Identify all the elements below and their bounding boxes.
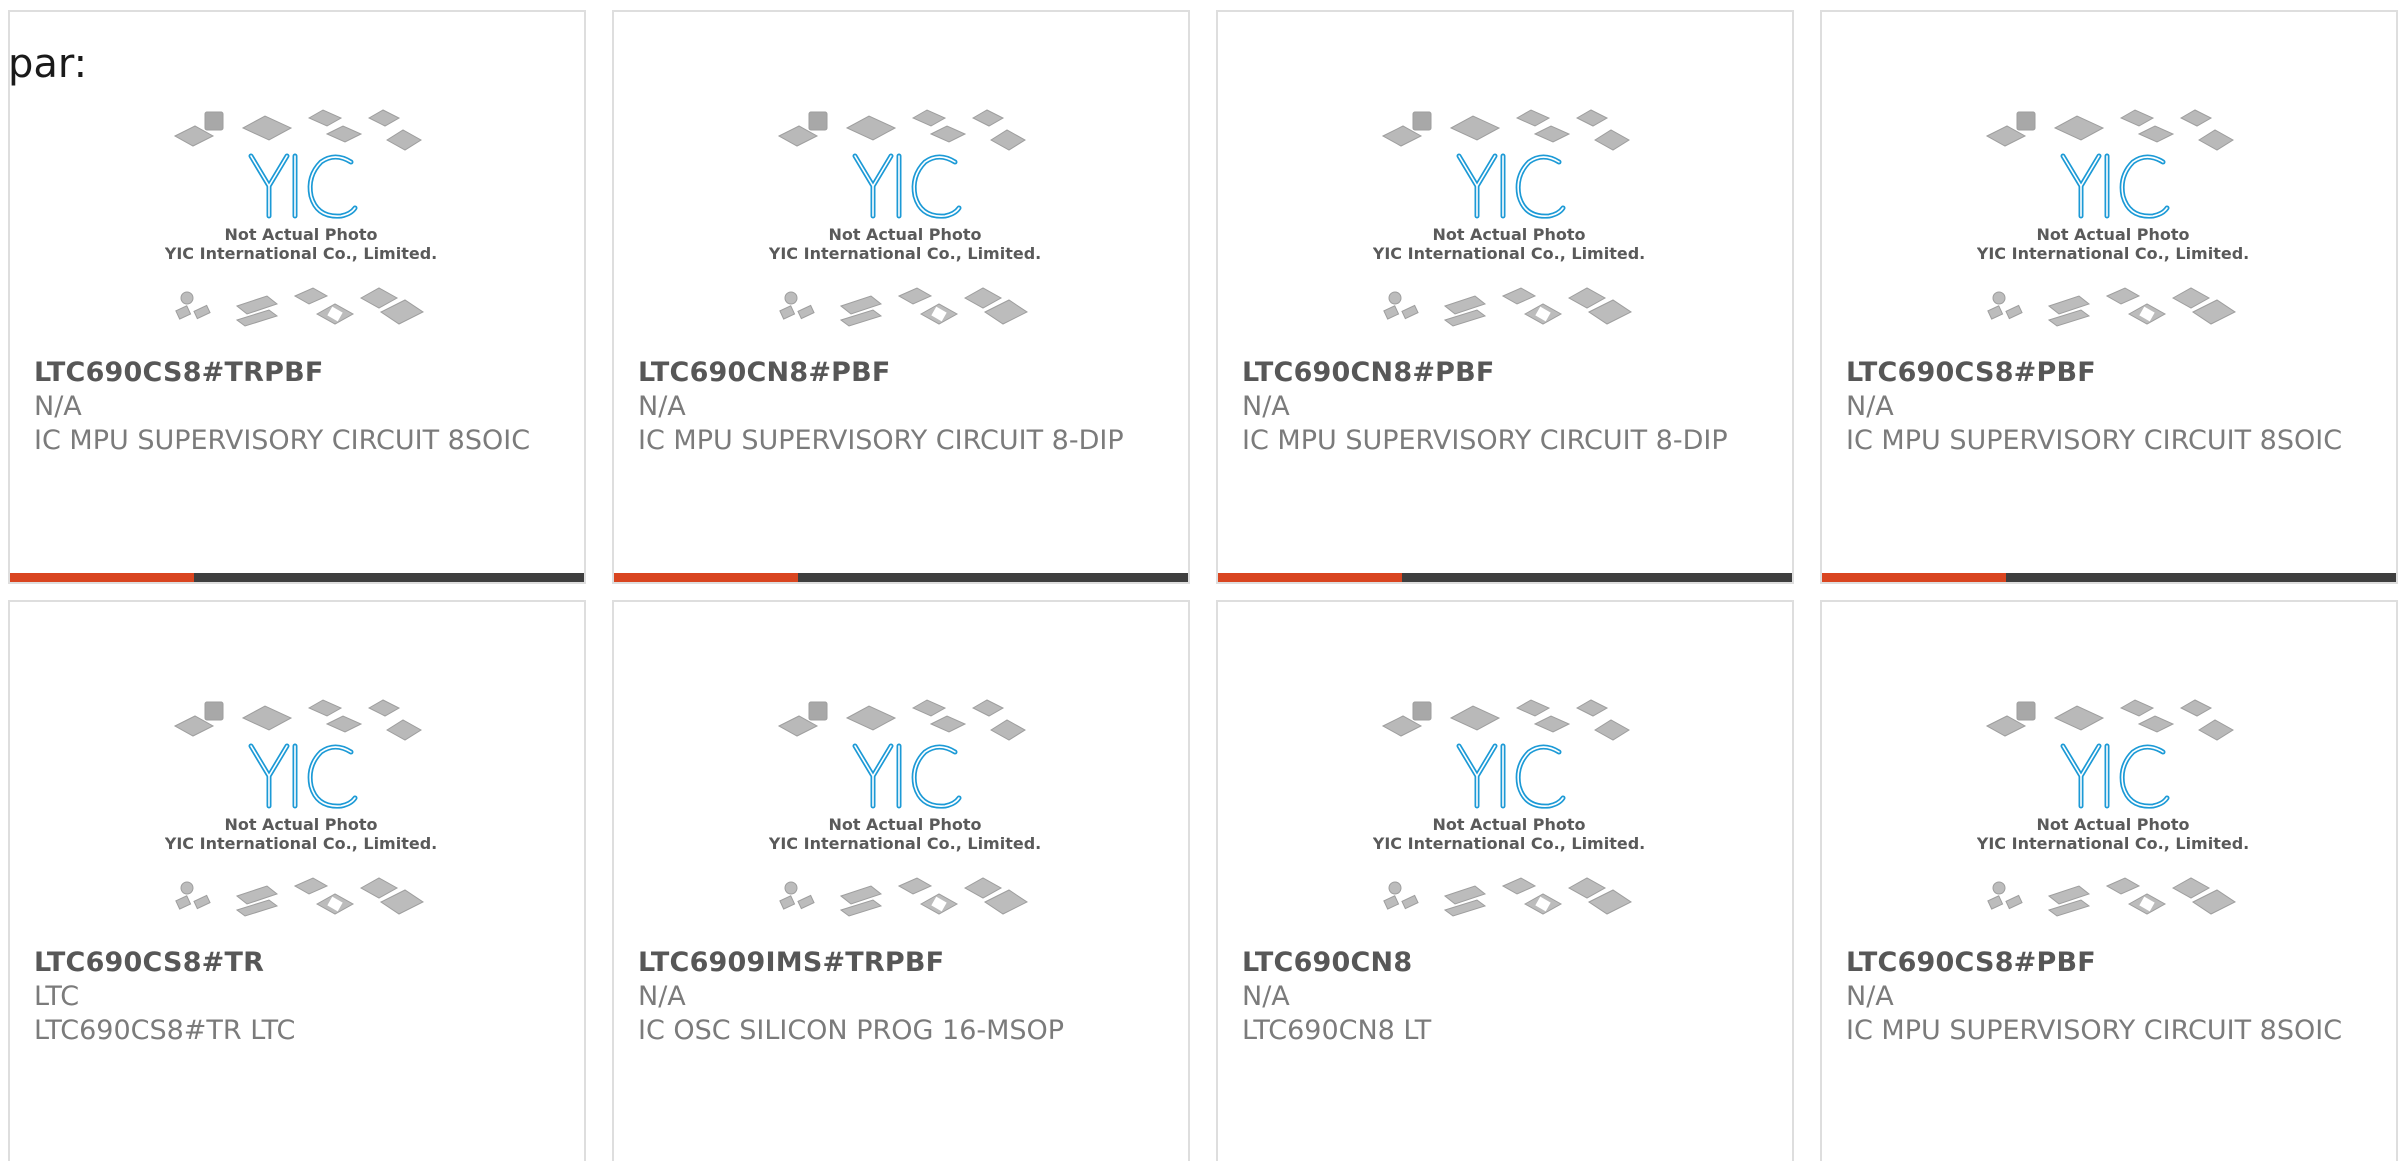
- photo-caption-line1: Not Actual Photo: [828, 815, 981, 834]
- manufacturer: N/A: [1846, 391, 1894, 422]
- photo-caption-line2: YIC International Co., Limited.: [1373, 834, 1645, 853]
- photo-caption-line2: YIC International Co., Limited.: [165, 244, 437, 263]
- part-number-link[interactable]: LTC690CS8#PBF: [1846, 356, 2376, 390]
- card-bar-accent: [614, 573, 798, 582]
- product-card[interactable]: Not Actual Photo YIC International Co., …: [8, 600, 586, 1161]
- product-photo-placeholder[interactable]: Not Actual Photo YIC International Co., …: [1976, 100, 2249, 350]
- manufacturer: N/A: [1846, 981, 1894, 1012]
- product-card[interactable]: Not Actual Photo YIC International Co., …: [1820, 600, 2398, 1161]
- photo-caption-line1: Not Actual Photo: [224, 815, 377, 834]
- part-number-link[interactable]: LTC690CN8: [1242, 946, 1772, 980]
- photo-caption-line1: Not Actual Photo: [224, 225, 377, 244]
- product-info: LTC690CS8#PBF N/A IC MPU SUPERVISORY CIRCU…: [1846, 356, 2376, 458]
- part-number-link[interactable]: LTC690CS8#TRPBF: [34, 356, 564, 390]
- part-number-link[interactable]: LTC690CS8#PBF: [1846, 946, 2376, 980]
- product-photo-placeholder[interactable]: Not Actual Photo YIC International Co., …: [1976, 690, 2249, 940]
- product-info: LTC690CS8#PBF N/A IC MPU SUPERVISORY CIRCU…: [1846, 946, 2376, 1048]
- card-bar-accent: [1218, 573, 1402, 582]
- description: IC MPU SUPERVISORY CIRCUIT 8-DIP: [1242, 425, 1728, 456]
- photo-caption-line1: Not Actual Photo: [2036, 815, 2189, 834]
- manufacturer: N/A: [1242, 391, 1290, 422]
- product-info: LTC690CN8 N/A LTC690CN8 LT: [1242, 946, 1772, 1048]
- description: IC MPU SUPERVISORY CIRCUIT 8SOIC: [1846, 1015, 2343, 1046]
- manufacturer: LTC: [34, 981, 80, 1012]
- description: IC OSC SILICON PROG 16-MSOP: [638, 1015, 1065, 1046]
- product-photo-placeholder[interactable]: Not Actual Photo YIC International Co., …: [164, 690, 437, 940]
- part-number-link[interactable]: LTC690CN8#PBF: [638, 356, 1168, 390]
- card-bottom-bar: [10, 573, 584, 582]
- product-card[interactable]: Not Actual Photo YIC International Co., …: [8, 10, 586, 584]
- card-bottom-bar: [1822, 573, 2396, 582]
- photo-caption-line2: YIC International Co., Limited.: [1373, 244, 1645, 263]
- card-bottom-bar: [614, 573, 1188, 582]
- photo-caption-line1: Not Actual Photo: [1432, 815, 1585, 834]
- product-card[interactable]: Not Actual Photo YIC International Co., …: [612, 600, 1190, 1161]
- photo-caption-line2: YIC International Co., Limited.: [1977, 244, 2249, 263]
- manufacturer: N/A: [1242, 981, 1290, 1012]
- photo-caption-line1: Not Actual Photo: [2036, 225, 2189, 244]
- product-grid-page: par: Not Actual Photo YIC International …: [0, 0, 2407, 1161]
- photo-caption-line2: YIC International Co., Limited.: [165, 834, 437, 853]
- product-photo-placeholder[interactable]: Not Actual Photo YIC International Co., …: [1372, 690, 1645, 940]
- description: IC MPU SUPERVISORY CIRCUIT 8SOIC: [34, 425, 531, 456]
- product-info: LTC690CN8#PBF N/A IC MPU SUPERVISORY CIRCU…: [1242, 356, 1772, 458]
- product-card[interactable]: Not Actual Photo YIC International Co., …: [1820, 10, 2398, 584]
- manufacturer: N/A: [34, 391, 82, 422]
- manufacturer: N/A: [638, 981, 686, 1012]
- product-card[interactable]: Not Actual Photo YIC International Co., …: [612, 10, 1190, 584]
- card-bar-accent: [10, 573, 194, 582]
- photo-caption-line2: YIC International Co., Limited.: [1977, 834, 2249, 853]
- description: IC MPU SUPERVISORY CIRCUIT 8SOIC: [1846, 425, 2343, 456]
- product-info: LTC690CS8#TRPBF N/A IC MPU SUPERVISORY CIR…: [34, 356, 564, 458]
- part-number-link[interactable]: LTC690CS8#TR: [34, 946, 564, 980]
- description: LTC690CS8#TR LTC: [34, 1015, 296, 1046]
- product-info: LTC6909IMS#TRPBF N/A IC OSC SILICON PROG 1…: [638, 946, 1168, 1048]
- product-card[interactable]: Not Actual Photo YIC International Co., …: [1216, 600, 1794, 1161]
- photo-caption-line2: YIC International Co., Limited.: [769, 834, 1041, 853]
- manufacturer: N/A: [638, 391, 686, 422]
- photo-caption-line1: Not Actual Photo: [1432, 225, 1585, 244]
- description: LTC690CN8 LT: [1242, 1015, 1432, 1046]
- product-photo-placeholder[interactable]: Not Actual Photo YIC International Co., …: [768, 100, 1041, 350]
- card-bottom-bar: [1218, 573, 1792, 582]
- product-photo-placeholder[interactable]: Not Actual Photo YIC International Co., …: [164, 100, 437, 350]
- product-photo-placeholder[interactable]: Not Actual Photo YIC International Co., …: [768, 690, 1041, 940]
- part-number-link[interactable]: LTC690CN8#PBF: [1242, 356, 1772, 390]
- product-info: LTC690CN8#PBF N/A IC MPU SUPERVISORY CIRCU…: [638, 356, 1168, 458]
- part-number-link[interactable]: LTC6909IMS#TRPBF: [638, 946, 1168, 980]
- photo-caption-line1: Not Actual Photo: [828, 225, 981, 244]
- card-bar-accent: [1822, 573, 2006, 582]
- product-info: LTC690CS8#TR LTC LTC690CS8#TR LTC: [34, 946, 564, 1048]
- photo-caption-line2: YIC International Co., Limited.: [769, 244, 1041, 263]
- par-label: par:: [8, 41, 88, 87]
- description: IC MPU SUPERVISORY CIRCUIT 8-DIP: [638, 425, 1124, 456]
- product-card[interactable]: Not Actual Photo YIC International Co., …: [1216, 10, 1794, 584]
- product-photo-placeholder[interactable]: Not Actual Photo YIC International Co., …: [1372, 100, 1645, 350]
